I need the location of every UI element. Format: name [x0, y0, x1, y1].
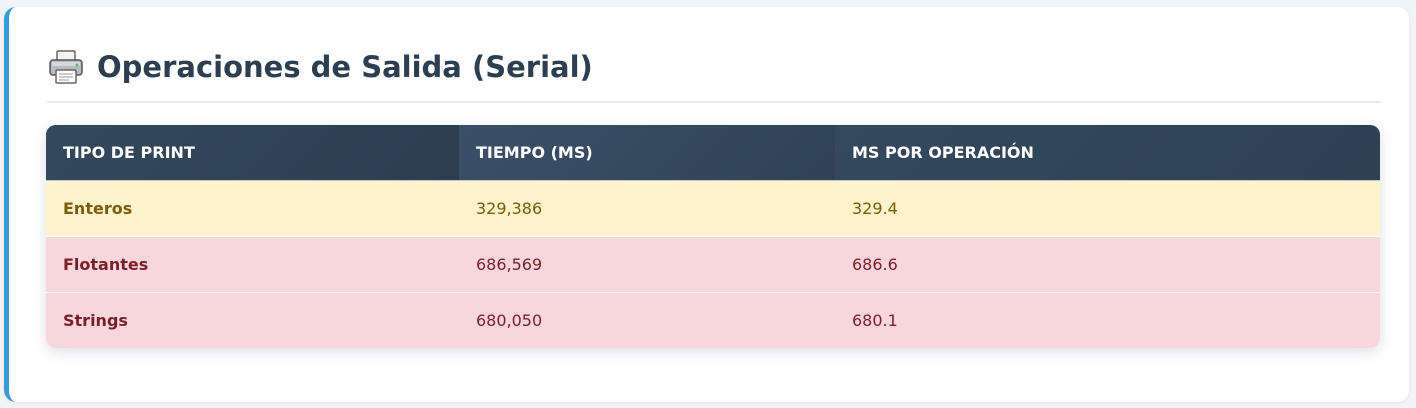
results-table: Tipo de Print Tiempo (ms) ms por Operaci…	[46, 125, 1380, 348]
cell-ms-op: 686.6	[835, 236, 1380, 293]
table-header-row: Tipo de Print Tiempo (ms) ms por Operaci…	[46, 125, 1380, 181]
cell-tipo: Enteros	[46, 180, 459, 237]
printer-icon	[49, 50, 83, 84]
column-header-ms-op: ms por Operación	[835, 125, 1380, 181]
cell-tipo: Strings	[46, 292, 459, 348]
table-row: Flotantes 686,569 686.6	[46, 236, 1380, 293]
cell-tiempo: 680,050	[459, 292, 835, 348]
cell-ms-op: 680.1	[835, 292, 1380, 348]
section-header: Operaciones de Salida (Serial)	[47, 47, 1381, 103]
cell-tipo: Flotantes	[46, 236, 459, 293]
results-table-container: Tipo de Print Tiempo (ms) ms por Operaci…	[46, 125, 1380, 348]
column-header-tipo: Tipo de Print	[46, 125, 459, 181]
cell-ms-op: 329.4	[835, 180, 1380, 237]
table-row: Enteros 329,386 329.4	[46, 180, 1380, 237]
table-row: Strings 680,050 680.1	[46, 292, 1380, 348]
column-header-tiempo: Tiempo (ms)	[459, 125, 835, 181]
cell-tiempo: 686,569	[459, 236, 835, 293]
output-operations-card: Operaciones de Salida (Serial) Tipo de P…	[4, 7, 1409, 402]
cell-tiempo: 329,386	[459, 180, 835, 237]
section-title: Operaciones de Salida (Serial)	[97, 50, 593, 84]
